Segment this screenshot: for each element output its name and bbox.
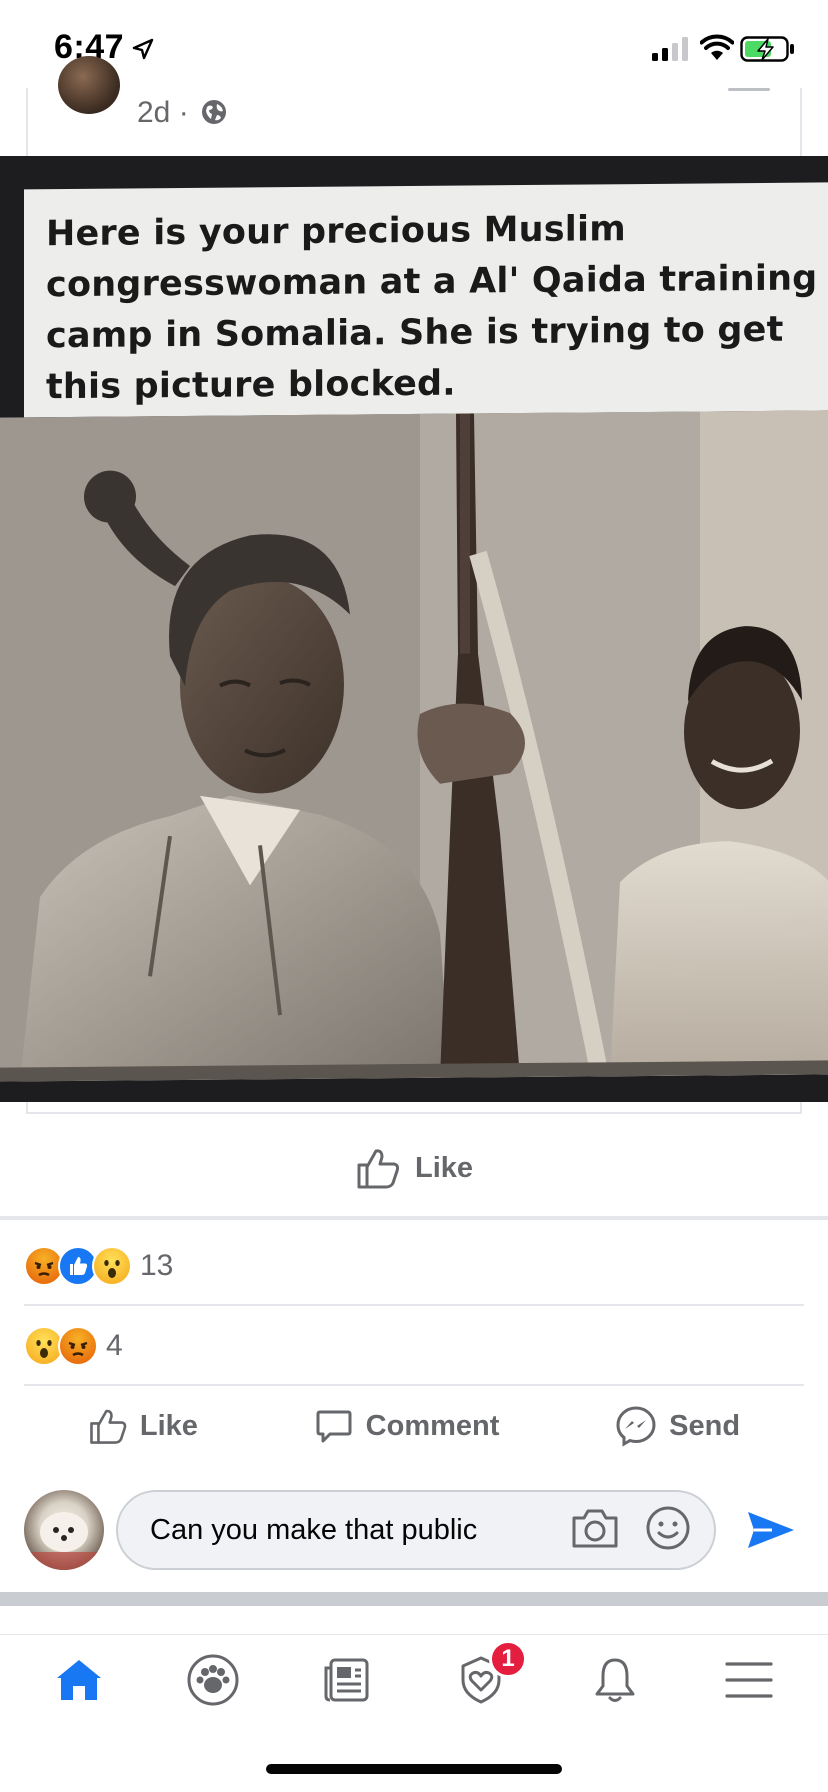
shared-post-like-button[interactable]: Like xyxy=(0,1118,828,1218)
next-post-peek xyxy=(0,1606,828,1638)
globe-icon xyxy=(202,100,226,124)
send-button[interactable]: Send xyxy=(615,1405,740,1447)
photo-illustration xyxy=(0,410,828,1082)
comment-bubble-icon xyxy=(316,1410,352,1443)
meme-caption-line-3: camp in Somalia. She is trying to get xyxy=(46,309,784,357)
status-bar: 6:47 xyxy=(0,0,828,88)
divider xyxy=(24,1304,804,1306)
camera-icon[interactable] xyxy=(570,1506,620,1550)
author-avatar[interactable] xyxy=(58,56,120,114)
comment-reaction-count: 4 xyxy=(106,1329,123,1362)
home-icon xyxy=(57,1659,101,1700)
post-image[interactable]: Here is your precious Muslim congresswom… xyxy=(0,156,828,1102)
location-arrow-icon xyxy=(132,38,154,60)
send-button-label: Send xyxy=(669,1409,741,1442)
bell-icon xyxy=(595,1658,635,1702)
bottom-tab-bar: 1 xyxy=(0,1634,828,1724)
angry-reaction-icon xyxy=(58,1326,98,1366)
like-thumb-icon xyxy=(90,1409,127,1444)
post-reaction-count: 13 xyxy=(140,1249,174,1282)
meme-caption-line-1: Here is your precious Muslim xyxy=(46,209,626,255)
post-card-bottom-border xyxy=(26,1102,802,1114)
meme-caption-line-2: congresswoman at a Al' Qaida training xyxy=(46,258,818,306)
comment-button-label: Comment xyxy=(365,1409,500,1442)
hamburger-menu-icon xyxy=(725,1661,773,1698)
shared-post-like-label: Like xyxy=(414,1151,474,1184)
user-avatar[interactable] xyxy=(24,1490,104,1570)
comment-button[interactable]: Comment xyxy=(314,1406,500,1446)
post-timestamp[interactable]: 2d · xyxy=(137,96,189,130)
more-options-icon[interactable] xyxy=(728,88,770,91)
cellular-signal-icon xyxy=(652,37,688,61)
feed-separator xyxy=(0,1592,828,1606)
post-header: 2d · xyxy=(0,56,828,156)
tab-groups[interactable] xyxy=(153,1640,273,1720)
tab-home[interactable] xyxy=(19,1640,139,1720)
tab-dating[interactable]: 1 xyxy=(421,1639,541,1720)
tab-menu[interactable] xyxy=(689,1640,809,1720)
meme-caption-box: Here is your precious Muslim congresswom… xyxy=(24,182,828,418)
tab-notifications[interactable] xyxy=(555,1640,675,1720)
photo-scene xyxy=(0,410,828,1082)
comment-composer: Can you make that public xyxy=(0,1470,828,1588)
post-reactions-summary[interactable]: 13 xyxy=(0,1228,828,1304)
shared-photo: Here is your precious Muslim congresswom… xyxy=(0,182,828,1082)
section-divider xyxy=(0,1216,828,1220)
wow-reaction-icon xyxy=(92,1246,132,1286)
home-indicator xyxy=(266,1764,562,1774)
comment-input[interactable]: Can you make that public xyxy=(116,1490,716,1570)
groups-icon xyxy=(187,1654,239,1705)
wifi-icon xyxy=(700,34,734,60)
like-button[interactable]: Like xyxy=(88,1406,198,1446)
comment-input-text: Can you make that public xyxy=(150,1513,478,1546)
messenger-icon xyxy=(616,1406,656,1447)
post-action-bar: Like Comment Send xyxy=(0,1386,828,1466)
dating-notification-badge: 1 xyxy=(489,1639,527,1678)
emoji-icon[interactable] xyxy=(644,1504,692,1552)
like-thumb-icon xyxy=(357,1149,400,1189)
news-feed-icon xyxy=(324,1658,369,1701)
send-arrow-icon[interactable] xyxy=(746,1508,796,1552)
comment-reactions-summary[interactable]: 4 xyxy=(0,1308,828,1384)
meme-caption-line-4: this picture blocked. xyxy=(46,363,456,408)
battery-charging-icon xyxy=(740,36,794,62)
like-button-label: Like xyxy=(139,1409,198,1442)
tab-news[interactable] xyxy=(287,1640,407,1720)
